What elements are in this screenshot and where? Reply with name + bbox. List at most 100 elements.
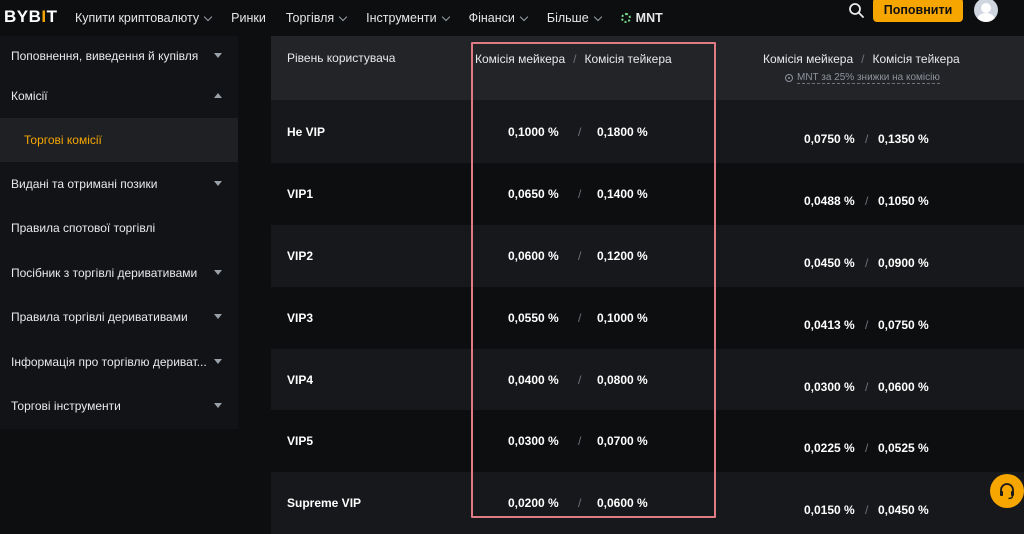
maker-fee-cell: 0,0300 %	[508, 434, 559, 448]
search-icon[interactable]	[848, 2, 864, 18]
table-row: VIP4 0,0400 % / 0,0800 % 0,0300 % / 0,0600 %	[271, 349, 1024, 410]
sidebar-item-deposit-withdraw[interactable]: Поповнення, виведення й купівля	[0, 36, 238, 76]
maker-fee-mnt-cell: 0,0450 %	[804, 256, 855, 270]
sidebar-item-trading-tools[interactable]: Торгові інструменти	[0, 386, 238, 426]
user-level-cell: VIP1	[287, 187, 314, 201]
sidebar-item-label: Посібник з торгівлі деривативами	[11, 266, 198, 280]
sidebar-item-derivatives-info[interactable]: Інформація про торгівлю дериват...	[0, 342, 238, 382]
sidebar-item-label: Інформація про торгівлю дериват...	[11, 355, 207, 369]
fee-separator: /	[578, 311, 582, 325]
maker-fee-cell: 0,0200 %	[508, 496, 559, 510]
table-header: Рівень користувача Комісія мейкера / Коміс…	[271, 36, 1024, 100]
fee-separator: /	[578, 249, 582, 263]
chevron-down-icon	[519, 12, 529, 21]
chevron-down-icon	[203, 12, 213, 21]
sidebar-item-label: Поповнення, виведення й купівля	[11, 49, 199, 63]
chevron-down-icon	[338, 12, 348, 21]
header-maker-taker-mnt: Комісія мейкера / Комісія тейкера	[763, 52, 960, 66]
nav-markets[interactable]: Ринки	[231, 11, 266, 25]
sidebar-item-fees[interactable]: Комісії	[0, 76, 238, 116]
fee-separator: /	[578, 187, 582, 201]
fee-separator: /	[865, 194, 869, 208]
header-taker: Комісія тейкера	[584, 52, 672, 66]
maker-fee-mnt-cell: 0,0150 %	[804, 503, 855, 517]
nav-more[interactable]: Більше	[547, 11, 602, 25]
user-level-cell: VIP4	[287, 373, 314, 387]
avatar-icon[interactable]	[974, 0, 998, 22]
user-level-cell: Supreme VIP	[287, 496, 362, 510]
mnt-coin-icon	[620, 13, 631, 23]
user-level-cell: VIP3	[287, 311, 314, 325]
taker-fee-cell: 0,0800 %	[597, 373, 648, 387]
caret-down-icon	[214, 314, 222, 319]
nav-tools[interactable]: Інструменти	[366, 11, 450, 25]
table-row: VIP2 0,0600 % / 0,1200 % 0,0450 % / 0,0900 %	[271, 225, 1024, 287]
taker-fee-cell: 0,1800 %	[597, 125, 648, 139]
maker-fee-mnt-cell: 0,0750 %	[804, 132, 855, 146]
maker-fee-mnt-cell: 0,0225 %	[804, 441, 855, 455]
support-chat-button[interactable]	[990, 474, 1024, 508]
fee-separator: /	[865, 318, 869, 332]
table-row: Supreme VIP 0,0200 % / 0,0600 % 0,0150 % / 0,0…	[271, 472, 1024, 534]
caret-down-icon	[214, 359, 222, 364]
maker-fee-cell: 0,0600 %	[508, 249, 559, 263]
fee-separator: /	[578, 125, 582, 139]
chevron-down-icon	[441, 12, 450, 21]
chevron-down-icon	[593, 12, 602, 21]
nav-mnt[interactable]: MNT	[620, 11, 663, 25]
logo-text: BYB	[4, 7, 42, 26]
sidebar-item-trading-fees[interactable]: Торгові комісії	[0, 118, 238, 162]
maker-fee-mnt-cell: 0,0488 %	[804, 194, 855, 208]
taker-fee-mnt-cell: 0,0750 %	[878, 318, 929, 332]
taker-fee-mnt-cell: 0,0525 %	[878, 441, 929, 455]
taker-fee-cell: 0,0600 %	[597, 496, 648, 510]
table-row: Не VIP 0,1000 % / 0,1800 % 0,0750 % / 0,1350 %	[271, 100, 1024, 163]
mnt-note-text: MNT за 25% знижки на комісію	[797, 72, 940, 84]
sidebar-item-label: Правила спотової торгівлі	[11, 221, 156, 235]
help-sidebar: Поповнення, виведення й купівля Комісії …	[0, 36, 238, 429]
nav-buy-crypto[interactable]: Купити криптовалюту	[75, 11, 213, 25]
maker-fee-cell: 0,0400 %	[508, 373, 559, 387]
maker-fee-mnt-cell: 0,0300 %	[804, 380, 855, 394]
sidebar-item-label: Правила торгівлі деривативами	[11, 310, 188, 324]
caret-up-icon	[214, 93, 222, 98]
nav-trade[interactable]: Торгівля	[286, 11, 348, 25]
caret-down-icon	[214, 53, 222, 58]
deposit-button[interactable]: Поповнити	[873, 0, 963, 22]
main-nav: Купити криптовалюту Ринки Торгівля Інстр…	[75, 0, 663, 36]
taker-fee-cell: 0,0700 %	[597, 434, 648, 448]
header-maker-taker: Комісія мейкера / Комісія тейкера	[475, 52, 672, 66]
taker-fee-mnt-cell: 0,1050 %	[878, 194, 929, 208]
fee-separator: /	[865, 441, 869, 455]
sidebar-item-derivatives-guide[interactable]: Посібник з торгівлі деривативами	[0, 253, 238, 293]
bybit-logo[interactable]: BYBIT	[4, 7, 58, 27]
mnt-discount-note[interactable]: MNT за 25% знижки на комісію	[785, 72, 940, 84]
header-separator: /	[573, 52, 577, 66]
table-row: VIP1 0,0650 % / 0,1400 % 0,0488 % / 0,1050 %	[271, 163, 1024, 225]
maker-fee-cell: 0,1000 %	[508, 125, 559, 139]
taker-fee-mnt-cell: 0,1350 %	[878, 132, 929, 146]
user-level-cell: Не VIP	[287, 125, 326, 139]
caret-down-icon	[214, 403, 222, 408]
sidebar-item-loans[interactable]: Видані та отримані позики	[0, 164, 238, 204]
top-navigation-bar: BYBIT Купити криптовалюту Ринки Торгівля…	[0, 0, 1024, 36]
fee-separator: /	[865, 256, 869, 270]
header-taker-mnt: Комісія тейкера	[872, 52, 960, 66]
taker-fee-cell: 0,1400 %	[597, 187, 648, 201]
fee-separator: /	[578, 434, 582, 448]
nav-label: Купити криптовалюту	[75, 11, 200, 25]
nav-finance[interactable]: Фінанси	[468, 11, 529, 25]
fee-separator: /	[865, 132, 869, 146]
maker-fee-cell: 0,0550 %	[508, 311, 559, 325]
sidebar-item-label: Комісії	[11, 89, 48, 103]
user-level-cell: VIP2	[287, 249, 314, 263]
fee-separator: /	[865, 380, 869, 394]
nav-label: Ринки	[231, 11, 266, 25]
sidebar-item-spot-rules[interactable]: Правила спотової торгівлі	[0, 208, 238, 248]
sidebar-item-derivatives-rules[interactable]: Правила торгівлі деривативами	[0, 297, 238, 337]
nav-label: Фінанси	[468, 11, 515, 25]
maker-fee-cell: 0,0650 %	[508, 187, 559, 201]
mnt-label: MNT	[635, 11, 663, 25]
headset-icon	[1000, 483, 1014, 500]
table-row: VIP3 0,0550 % / 0,1000 % 0,0413 % / 0,0750 %	[271, 287, 1024, 349]
